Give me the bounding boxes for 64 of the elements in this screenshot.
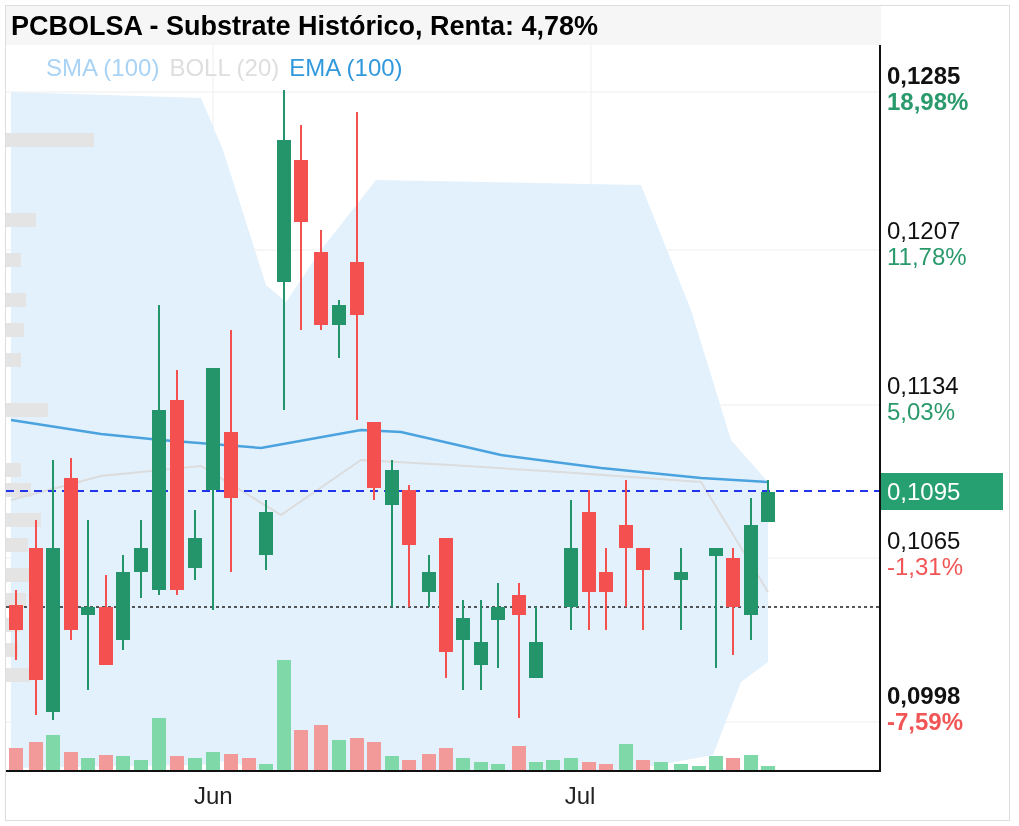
volume-bar	[726, 758, 740, 770]
volume-bar	[46, 735, 60, 770]
legend-label: SMA (100)	[46, 53, 160, 83]
volume-bar	[9, 748, 23, 770]
month-label: Jul	[564, 782, 596, 810]
candlestick	[188, 509, 202, 581]
legend-label: EMA (100)	[289, 53, 403, 83]
candlestick	[9, 589, 23, 661]
percent-change-label: -1,31%	[887, 554, 965, 580]
volume-bar	[116, 756, 130, 770]
volume-bar	[474, 762, 488, 770]
volume-bar	[582, 762, 596, 770]
price-label: 0,1285	[887, 63, 962, 89]
volume-bar	[294, 730, 308, 770]
volume-bar	[188, 758, 202, 770]
volume-bar	[134, 760, 148, 770]
volume-bar	[422, 754, 436, 770]
percent-change-label: 5,03%	[887, 399, 957, 425]
volume-bar	[29, 742, 43, 770]
volume-bar	[439, 748, 453, 770]
volume-bar	[350, 738, 364, 770]
candlestick	[761, 479, 775, 523]
volume-bar	[744, 755, 758, 770]
price-label: 0,1134	[887, 373, 960, 399]
volume-bar	[367, 742, 381, 770]
volume-bar	[170, 756, 184, 770]
volume-bar	[81, 758, 95, 770]
volume-bar	[491, 764, 505, 770]
volume-bar	[709, 756, 723, 770]
candlestick	[259, 499, 273, 571]
price-label: 0,1207	[887, 218, 962, 244]
percent-change-label: -7,59%	[887, 709, 965, 735]
percent-change-label: 11,78%	[887, 244, 968, 270]
volume-bar	[546, 760, 560, 770]
volume-bar	[64, 752, 78, 770]
volume-bar	[512, 746, 526, 770]
volume-bar	[599, 764, 613, 770]
volume-bar	[99, 755, 113, 770]
volume-bar	[529, 762, 543, 770]
volume-bar	[206, 752, 220, 770]
volume-bar	[456, 758, 470, 770]
volume-bar	[761, 766, 775, 770]
percent-change-label: 18,98%	[887, 89, 970, 115]
chart-title: PCBOLSA - Substrate Histórico, Renta: 4,78%	[6, 6, 881, 45]
volume-bar	[385, 756, 399, 770]
volume-bar	[242, 758, 256, 770]
price-label: 0,1065	[887, 528, 962, 554]
volume-bar	[332, 740, 346, 770]
volume-bar	[152, 718, 166, 770]
month-label: Jun	[194, 782, 233, 810]
candlestick	[332, 299, 346, 359]
volume-bar	[636, 760, 650, 770]
volume-bar	[564, 758, 578, 770]
volume-bar	[619, 744, 633, 770]
volume-bar	[654, 762, 668, 770]
current-price-tag: 0,1095	[881, 473, 1003, 510]
volume-bar	[674, 764, 688, 770]
volume-bar	[314, 725, 328, 770]
volume-bar	[692, 766, 706, 770]
volume-bar	[224, 754, 238, 770]
price-label: 0,0998	[887, 683, 962, 709]
volume-bar	[259, 764, 273, 770]
volume-bar	[402, 760, 416, 770]
candlestick	[422, 554, 436, 608]
